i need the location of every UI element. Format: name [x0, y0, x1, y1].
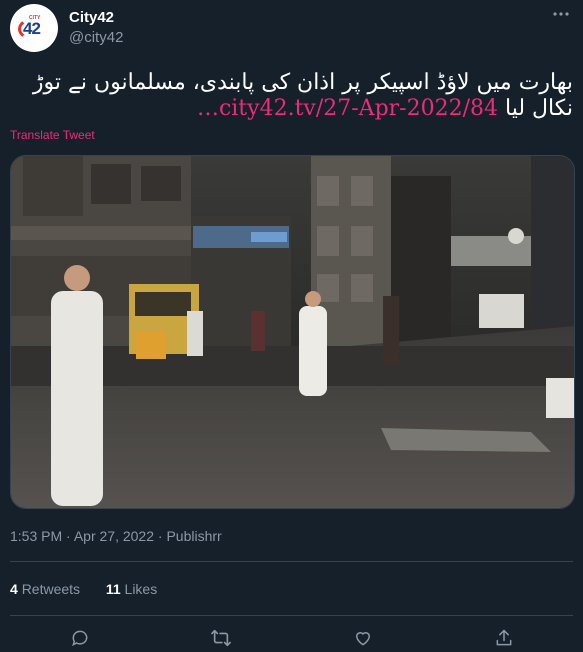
likes-stat[interactable]: 11 Likes [106, 581, 157, 597]
avatar-logo-text: 42 [23, 19, 41, 38]
like-icon[interactable] [351, 626, 375, 650]
retweet-icon[interactable] [209, 626, 233, 650]
tweet-link[interactable]: city42.tv/27-Apr-2022/84… [197, 96, 498, 121]
retweets-count: 4 [10, 581, 18, 597]
meta-separator: · [157, 528, 163, 544]
tweet-time[interactable]: 1:53 PM [10, 528, 62, 544]
tweet-source[interactable]: Publishrr [166, 528, 221, 544]
account-name[interactable]: City42 [69, 9, 114, 26]
video-thumbnail[interactable] [10, 155, 575, 509]
share-icon[interactable] [492, 626, 516, 650]
tweet-actions [10, 626, 573, 650]
divider [10, 615, 573, 616]
more-icon[interactable] [551, 4, 571, 24]
tweet-meta: 1:53 PM · Apr 27, 2022 · Publishrr [10, 528, 222, 544]
tweet-stats: 4 Retweets 11 Likes [10, 581, 157, 597]
divider [10, 561, 573, 562]
retweets-label: Retweets [21, 581, 81, 597]
reply-icon[interactable] [68, 626, 92, 650]
meta-separator: · [66, 528, 71, 544]
translate-tweet-link[interactable]: Translate Tweet [10, 128, 95, 142]
tweet-text: بھارت میں لاؤڈ اسپیکر پر اذان کی پابندی،… [10, 70, 573, 122]
avatar[interactable]: CITY 42 [10, 4, 58, 52]
retweets-stat[interactable]: 4 Retweets [10, 581, 84, 597]
likes-count: 11 [105, 581, 121, 597]
tweet-header: CITY 42 City42 @city42 [10, 4, 573, 54]
tweet-date[interactable]: Apr 27, 2022 [74, 528, 154, 544]
account-handle[interactable]: @city42 [69, 29, 123, 46]
tweet: CITY 42 City42 @city42 بھارت میں لاؤڈ اس… [0, 0, 583, 652]
likes-label: Likes [124, 581, 158, 597]
